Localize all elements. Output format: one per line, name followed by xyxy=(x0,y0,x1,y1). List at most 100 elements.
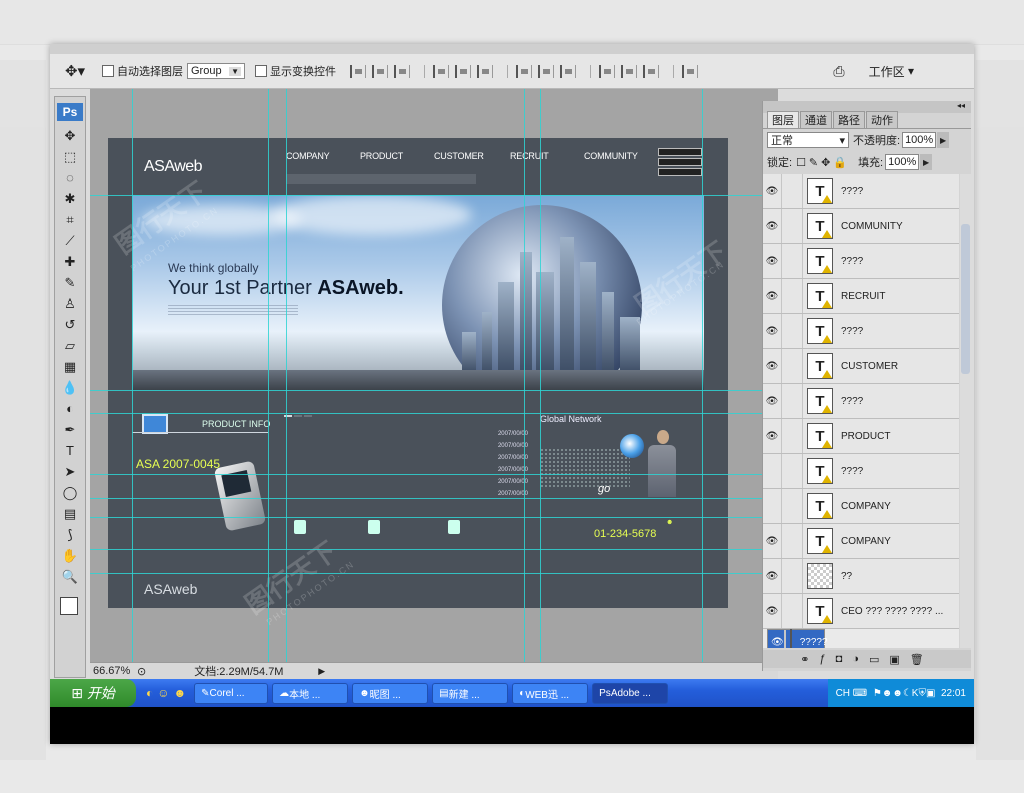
layer-row[interactable]: 👁 T RECRUIT xyxy=(763,279,959,314)
marquee-tool-icon[interactable]: ⬚ xyxy=(57,146,83,167)
link-column[interactable] xyxy=(781,524,803,558)
opacity-input[interactable]: 100% xyxy=(902,132,937,148)
move-tool-icon[interactable]: ✥ xyxy=(57,125,83,146)
notes-tool-icon[interactable]: ▤ xyxy=(57,503,83,524)
guide-line[interactable] xyxy=(90,573,778,574)
ime-indicator[interactable]: CH xyxy=(836,688,850,699)
layer-row[interactable]: 👁 T???? xyxy=(763,454,959,489)
dodge-tool-icon[interactable]: ◐ xyxy=(57,398,83,419)
distribute-top-icon[interactable] xyxy=(516,64,532,78)
move-tool-preset-button[interactable]: ✥▾ xyxy=(58,59,92,83)
checkbox-box[interactable] xyxy=(255,65,267,77)
fill-slider-icon[interactable]: ▶ xyxy=(920,154,933,170)
eye-icon[interactable]: 👁 xyxy=(763,466,781,477)
trash-icon[interactable]: 🗑 xyxy=(910,653,934,666)
auto-select-checkbox[interactable]: 自动选择图层 xyxy=(102,63,183,79)
link-column[interactable] xyxy=(781,174,803,208)
layer-list-scrollbar[interactable] xyxy=(960,174,971,648)
layer-row[interactable]: 👁 T CEO ??? ???? ???? ... xyxy=(763,594,959,629)
link-column[interactable] xyxy=(781,594,803,628)
guide-line[interactable] xyxy=(524,89,525,664)
eye-icon[interactable]: 👁 xyxy=(763,256,781,267)
layer-row[interactable]: 👁?? xyxy=(763,559,959,594)
distribute-left-icon[interactable] xyxy=(599,64,615,78)
status-options-icon[interactable]: ⊙ xyxy=(137,665,146,678)
link-column[interactable] xyxy=(781,384,803,418)
scroll-thumb[interactable] xyxy=(961,224,970,374)
tab-layers[interactable]: 图层 xyxy=(767,111,799,128)
align-bottom-icon[interactable] xyxy=(394,64,410,78)
magic-wand-icon[interactable]: ✱ xyxy=(57,188,83,209)
link-column[interactable] xyxy=(781,279,803,313)
show-transform-checkbox[interactable]: 显示变换控件 xyxy=(255,63,336,79)
link-column[interactable] xyxy=(781,454,803,488)
gradient-tool-icon[interactable]: ▦ xyxy=(57,356,83,377)
link-layers-icon[interactable]: ⚭ xyxy=(800,653,819,666)
layer-row[interactable]: 👁 T???? xyxy=(763,314,959,349)
taskbar-task[interactable]: ✎ Corel ... xyxy=(194,682,269,704)
link-column[interactable] xyxy=(781,559,803,593)
layer-row[interactable]: 👁 T???? xyxy=(763,174,959,209)
link-column[interactable] xyxy=(781,489,803,523)
type-tool-icon[interactable]: T xyxy=(57,440,83,461)
layer-style-icon[interactable]: ƒ xyxy=(820,653,836,665)
eye-icon[interactable]: 👁 xyxy=(763,221,781,232)
quick-launch-icons[interactable]: ◐☺☻ xyxy=(146,686,190,700)
align-vcenter-icon[interactable] xyxy=(372,64,388,78)
align-left-icon[interactable] xyxy=(433,64,449,78)
color-swatch-icon[interactable] xyxy=(60,597,78,615)
slice-tool-icon[interactable]: ⟋ xyxy=(57,230,83,251)
zoom-tool-icon[interactable]: 🔍 xyxy=(57,566,83,587)
eye-icon[interactable]: 👁 xyxy=(763,326,781,337)
workspace-menu-button[interactable]: ⎙ 工作区 ▾ xyxy=(833,63,914,80)
start-button[interactable]: ⊞ 开始 xyxy=(50,679,136,707)
layer-row[interactable]: 👁 T???? xyxy=(763,244,959,279)
guide-line[interactable] xyxy=(286,89,287,664)
collapse-icon[interactable]: ◂◂ xyxy=(957,101,965,113)
eye-icon[interactable]: 👁 xyxy=(763,361,781,372)
layer-row[interactable]: 👁 T CUSTOMER xyxy=(763,349,959,384)
taskbar-task[interactable]: ☁ 本地 ... xyxy=(272,682,349,704)
hand-tool-icon[interactable]: ✋ xyxy=(57,545,83,566)
guide-line[interactable] xyxy=(90,474,778,475)
tab-paths[interactable]: 路径 xyxy=(833,111,865,128)
eye-icon[interactable]: 👁 xyxy=(763,571,781,582)
link-column[interactable] xyxy=(781,244,803,278)
ps-logo[interactable]: Ps xyxy=(57,103,83,121)
guide-line[interactable] xyxy=(540,89,541,664)
guide-line[interactable] xyxy=(90,413,778,414)
status-menu-arrow-icon[interactable]: ▶ xyxy=(318,666,325,677)
guide-line[interactable] xyxy=(90,549,778,550)
layer-row[interactable]: 👁 T COMMUNITY xyxy=(763,209,959,244)
guide-line[interactable] xyxy=(90,390,778,391)
adjustment-layer-icon[interactable]: ◑ xyxy=(852,653,869,665)
eye-icon[interactable]: 👁 xyxy=(763,291,781,302)
auto-select-dropdown[interactable]: Group ▼ xyxy=(187,63,245,79)
path-select-icon[interactable]: ➤ xyxy=(57,461,83,482)
taskbar-task[interactable]: ▤ 新建 ... xyxy=(432,682,509,704)
guide-line[interactable] xyxy=(90,517,778,518)
document-canvas[interactable]: ASAweb COMPANY PRODUCT CUSTOMER RECRUIT … xyxy=(108,138,732,627)
tab-actions[interactable]: 动作 xyxy=(866,111,898,128)
pen-tool-icon[interactable]: ✒ xyxy=(57,419,83,440)
crop-tool-icon[interactable]: ⌗ xyxy=(57,209,83,230)
guide-line[interactable] xyxy=(702,89,703,664)
lock-icons[interactable]: ☐✎✥🔒 xyxy=(796,156,850,169)
layer-row[interactable]: 👁 T COMPANY xyxy=(763,489,959,524)
fill-input[interactable]: 100% xyxy=(885,154,920,170)
checkbox-box[interactable] xyxy=(102,65,114,77)
eye-icon[interactable]: 👁 xyxy=(763,606,781,617)
link-column[interactable] xyxy=(781,349,803,383)
blur-tool-icon[interactable]: 💧 xyxy=(57,377,83,398)
align-top-icon[interactable] xyxy=(350,64,366,78)
auto-align-icon[interactable] xyxy=(682,64,698,78)
eye-icon[interactable]: 👁 xyxy=(771,637,784,648)
brush-tool-icon[interactable]: ✎ xyxy=(57,272,83,293)
align-right-icon[interactable] xyxy=(477,64,493,78)
tab-channels[interactable]: 通道 xyxy=(800,111,832,128)
link-column[interactable] xyxy=(781,209,803,243)
stamp-tool-icon[interactable]: ♙ xyxy=(57,293,83,314)
link-column[interactable] xyxy=(783,630,786,648)
guide-line[interactable] xyxy=(132,89,133,664)
taskbar-task[interactable]: ☻ 昵图 ... xyxy=(352,682,429,704)
